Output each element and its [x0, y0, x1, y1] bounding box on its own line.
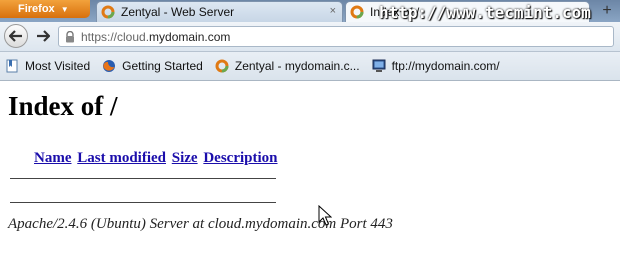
page-content: Index of / Name Last modified Size Descr… [0, 81, 620, 274]
back-arrow-icon [9, 30, 22, 42]
tab-strip: Firefox ▼ Zentyal - Web Server × Index o… [0, 0, 620, 22]
bookmark-label: Zentyal - mydomain.c... [234, 59, 360, 73]
computer-icon [372, 59, 386, 72]
divider [10, 202, 276, 203]
zentyal-icon [350, 5, 364, 19]
watermark: http://www.tecmint.com [379, 3, 591, 22]
close-tab-icon[interactable]: × [330, 5, 336, 17]
divider [10, 178, 276, 179]
bookmark-zentyal[interactable]: Zentyal - mydomain.c... [215, 59, 360, 73]
tab-zentyal-web-server[interactable]: Zentyal - Web Server × [96, 1, 343, 22]
column-last-modified-link[interactable]: Last modified [77, 150, 166, 166]
column-description-link[interactable]: Description [203, 150, 277, 166]
bookmark-label: Most Visited [25, 59, 91, 73]
firefox-menu-button[interactable]: Firefox ▼ [0, 0, 90, 18]
listing-header: Name Last modified Size Description [34, 150, 280, 167]
server-signature: Apache/2.4.6 (Ubuntu) Server at cloud.my… [8, 216, 393, 232]
url-prefix: https://cloud. [81, 29, 150, 44]
back-button[interactable] [4, 24, 28, 48]
bookmark-label: ftp://mydomain.com/ [391, 59, 500, 73]
bookmark-getting-started[interactable]: Getting Started [102, 59, 203, 73]
mouse-pointer-icon [318, 205, 332, 226]
bookmarks-toolbar: Most Visited Getting Started Zentyal - m… [0, 52, 620, 81]
forward-button[interactable] [33, 26, 53, 46]
bookmark-ftp[interactable]: ftp://mydomain.com/ [372, 59, 500, 73]
page-title: Index of / [8, 91, 118, 121]
firefox-menu-label: Firefox [18, 3, 55, 15]
chevron-down-icon: ▼ [60, 4, 69, 14]
new-tab-button[interactable]: + [597, 2, 617, 20]
column-size-link[interactable]: Size [172, 150, 198, 166]
bookmark-most-visited[interactable]: Most Visited [5, 59, 90, 73]
navigation-bar: https://cloud.mydomain.com [0, 22, 620, 52]
zentyal-icon [215, 59, 229, 73]
bookmark-label: Getting Started [122, 59, 203, 73]
tab-title: Zentyal - Web Server [121, 5, 235, 19]
url-domain: mydomain.com [149, 29, 231, 44]
url-text: https://cloud.mydomain.com [81, 30, 230, 44]
firefox-icon [103, 60, 116, 72]
address-bar[interactable]: https://cloud.mydomain.com [58, 26, 614, 47]
lock-icon [65, 30, 75, 43]
forward-arrow-icon [37, 30, 50, 42]
column-name-link[interactable]: Name [34, 150, 72, 166]
zentyal-icon [101, 5, 115, 19]
bookmark-icon [6, 59, 18, 73]
